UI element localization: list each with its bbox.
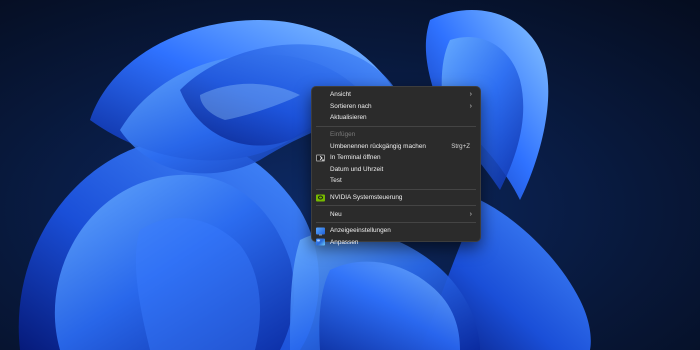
menu-item-label: Anzeigeeinstellungen (330, 227, 391, 235)
personalize-icon (316, 238, 325, 246)
menu-item-label: Datum und Uhrzeit (330, 165, 384, 173)
chevron-right-icon: › (469, 91, 472, 99)
menu-item-anzeigeeinstellungen[interactable]: Anzeigeeinstellungen (312, 225, 480, 237)
chevron-right-icon: › (469, 210, 472, 218)
menu-item-label: NVIDIA Systemsteuerung (330, 194, 403, 202)
terminal-icon (316, 154, 325, 162)
menu-item-nvidia-systemsteuerung[interactable]: NVIDIA Systemsteuerung (312, 192, 480, 204)
menu-separator (316, 125, 476, 127)
menu-item-datum-und-uhrzeit[interactable]: Datum und Uhrzeit (312, 164, 480, 176)
display-settings-icon (316, 227, 325, 236)
chevron-right-icon: › (469, 102, 472, 110)
menu-item-label: Einfügen (330, 131, 356, 139)
menu-item-anpassen[interactable]: Anpassen (312, 237, 480, 249)
menu-item-label: Anpassen (330, 238, 359, 246)
nvidia-icon (316, 194, 325, 202)
desktop-context-menu: Ansicht › Sortieren nach › Aktualisieren… (311, 86, 481, 246)
menu-item-label: Aktualisieren (330, 114, 367, 122)
menu-item-einfuegen: Einfügen (312, 129, 480, 141)
menu-item-sortieren-nach[interactable]: Sortieren nach › (312, 101, 480, 113)
shortcut-hint: Strg+Z (451, 142, 470, 150)
menu-separator (316, 205, 476, 207)
menu-item-ansicht[interactable]: Ansicht › (312, 89, 480, 101)
menu-item-label: Test (330, 177, 342, 185)
menu-item-aktualisieren[interactable]: Aktualisieren (312, 112, 480, 124)
menu-item-label: Umbenennen rückgängig machen (330, 142, 426, 150)
desktop[interactable]: Ansicht › Sortieren nach › Aktualisieren… (0, 0, 700, 350)
menu-item-label: Sortieren nach (330, 102, 372, 110)
menu-item-in-terminal-oeffnen[interactable]: In Terminal öffnen (312, 152, 480, 164)
menu-item-label: Neu (330, 210, 342, 218)
menu-item-umbenennen-rueckgaengig[interactable]: Umbenennen rückgängig machen Strg+Z (312, 140, 480, 152)
menu-item-label: Ansicht (330, 91, 351, 99)
menu-item-test[interactable]: Test (312, 175, 480, 187)
menu-item-label: In Terminal öffnen (330, 154, 381, 162)
menu-separator (316, 188, 476, 190)
menu-separator (316, 221, 476, 223)
menu-item-neu[interactable]: Neu › (312, 208, 480, 220)
